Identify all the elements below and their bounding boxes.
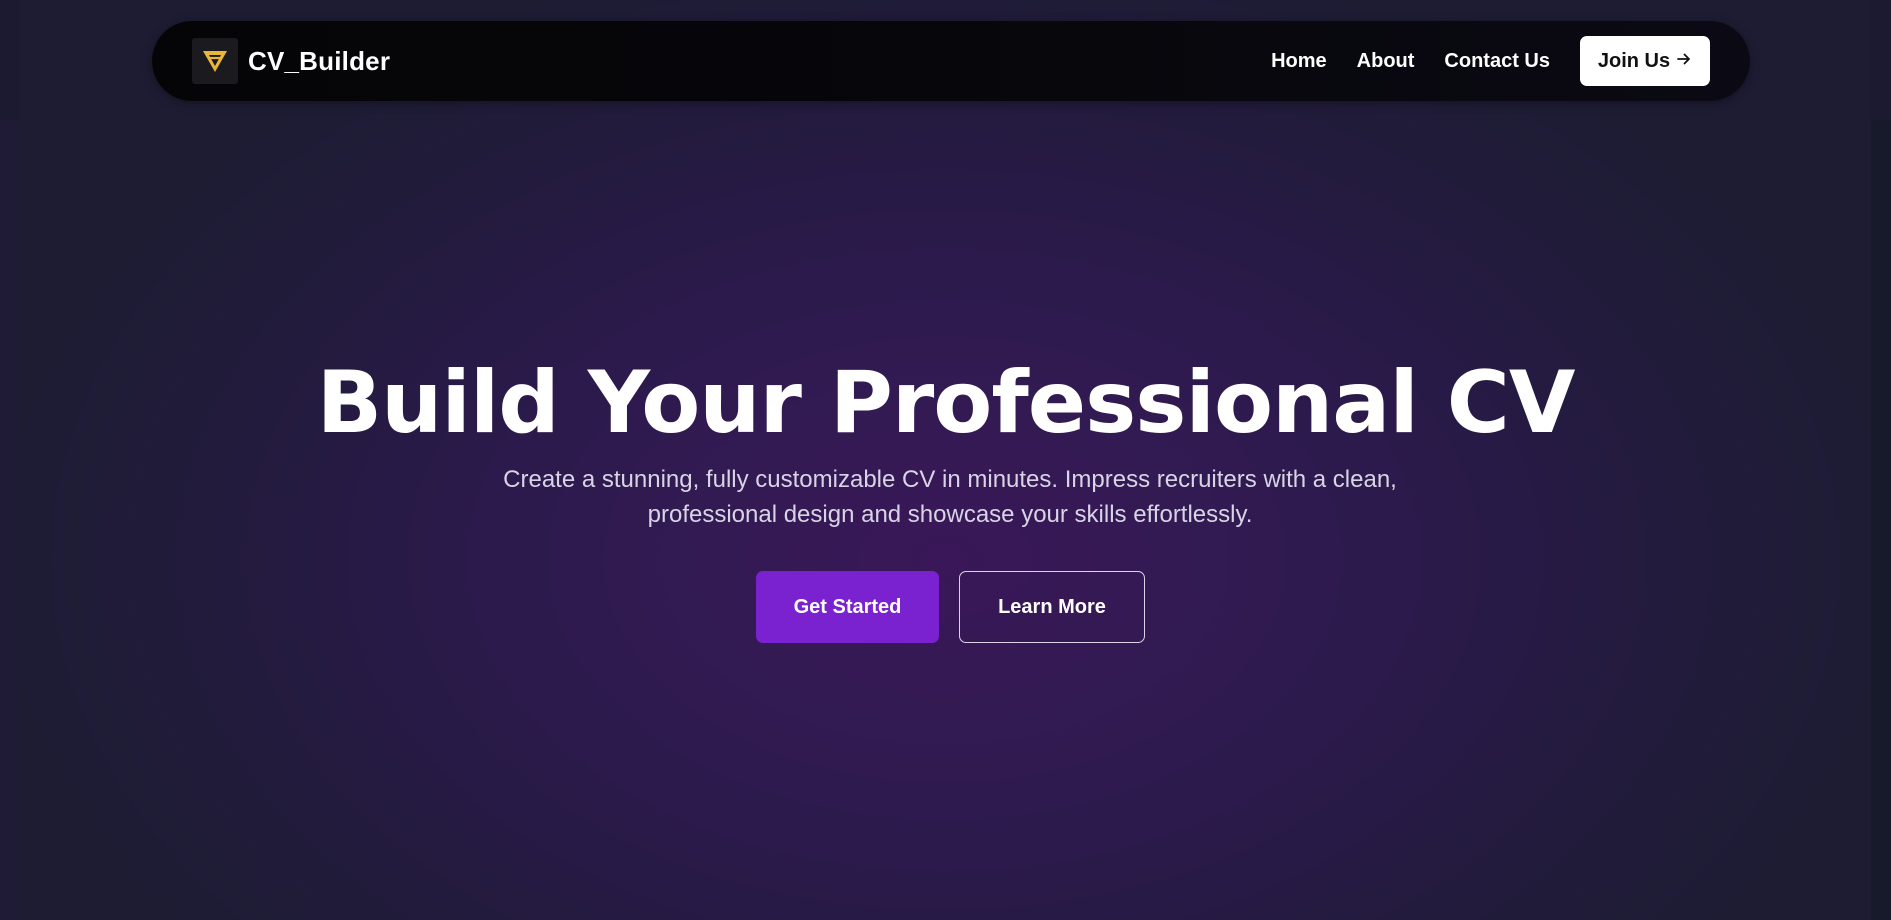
page: CV_Builder Home About Contact Us Join Us… bbox=[0, 0, 1891, 920]
brand-name: CV_Builder bbox=[248, 45, 391, 76]
arrow-right-icon bbox=[1676, 50, 1692, 73]
nav-link-about[interactable]: About bbox=[1357, 50, 1415, 73]
brand-link[interactable]: CV_Builder bbox=[192, 38, 390, 84]
chevron-v-logo-icon bbox=[192, 38, 238, 84]
nav-link-contact-us[interactable]: Contact Us bbox=[1444, 50, 1550, 73]
hero-subtitle: Create a stunning, fully customizable CV… bbox=[470, 462, 1430, 532]
hero-subtitle-line-1: Create a stunning, fully customizable CV… bbox=[503, 466, 1397, 493]
hero-background bbox=[20, 0, 1871, 920]
hero-actions: Get Started Learn More bbox=[756, 571, 1145, 643]
join-us-label: Join Us bbox=[1597, 49, 1671, 72]
navbar: CV_Builder Home About Contact Us Join Us bbox=[152, 21, 1750, 101]
learn-more-button[interactable]: Learn More bbox=[959, 571, 1145, 643]
nav-links: Home About Contact Us Join Us bbox=[1271, 36, 1710, 86]
get-started-button[interactable]: Get Started bbox=[756, 571, 939, 643]
hero-subtitle-line-2: professional design and showcase your sk… bbox=[647, 501, 1253, 528]
nav-link-home[interactable]: Home bbox=[1271, 50, 1327, 73]
right-edge-strip bbox=[1871, 120, 1891, 920]
join-us-button[interactable]: Join Us bbox=[1580, 36, 1710, 86]
hero-title: Build Your Professional CV bbox=[316, 353, 1576, 453]
left-edge-strip bbox=[0, 120, 20, 920]
